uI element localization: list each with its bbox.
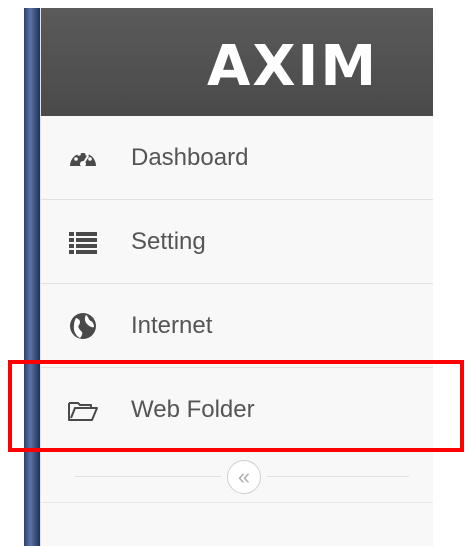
sidebar-item-dashboard[interactable]: Dashboard — [41, 116, 433, 200]
brand-logo: AXIM — [207, 34, 379, 99]
list-icon — [67, 226, 99, 258]
sidebar-item-label: Web Folder — [131, 396, 255, 423]
globe-icon — [67, 310, 99, 342]
sidebar-collapse-row: « — [41, 452, 433, 503]
header: AXIM — [41, 8, 433, 116]
sidebar-panel: AXIM Dashboard Setting Internet Web Fold… — [40, 8, 433, 546]
sidebar-nav: Dashboard Setting Internet Web Folder — [41, 116, 433, 452]
collapse-sidebar-button[interactable]: « — [227, 460, 261, 494]
sidebar-item-setting[interactable]: Setting — [41, 200, 433, 284]
folder-open-icon — [67, 394, 99, 426]
sidebar-item-label: Setting — [131, 228, 206, 255]
divider — [267, 476, 409, 477]
sidebar-item-label: Dashboard — [131, 144, 249, 171]
divider — [75, 476, 221, 477]
sidebar-item-web-folder[interactable]: Web Folder — [41, 368, 433, 452]
dashboard-icon — [67, 142, 99, 174]
sidebar-item-internet[interactable]: Internet — [41, 284, 433, 368]
window-edge — [24, 8, 40, 546]
sidebar-item-label: Internet — [131, 312, 213, 339]
